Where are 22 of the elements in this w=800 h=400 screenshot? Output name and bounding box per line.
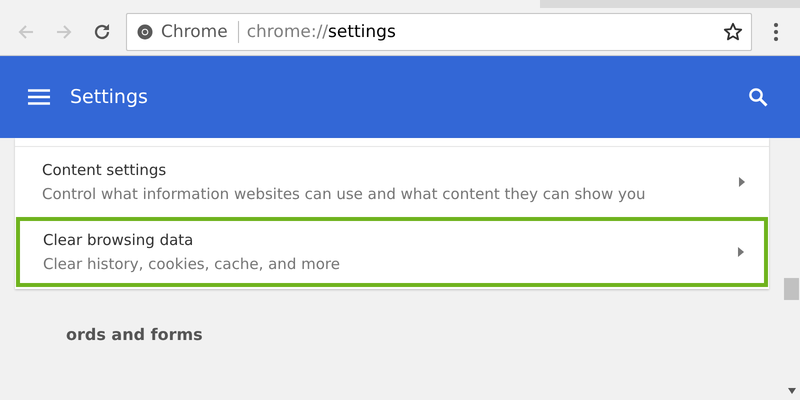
search-icon[interactable] [748, 87, 768, 107]
menu-icon[interactable] [28, 89, 50, 105]
row-description: Control what information websites can use and what content they can show you [42, 185, 647, 203]
site-label: Chrome [161, 20, 239, 42]
scroll-thumb[interactable] [784, 278, 799, 300]
settings-row[interactable]: Content settings Control what information websites can use and what content they can show you [15, 146, 769, 217]
right-arrow-icon [55, 22, 73, 40]
chevron-icon [739, 177, 745, 187]
row-title: Clear browsing data [43, 231, 194, 249]
chevron-icon [738, 247, 744, 257]
down-triangle-icon[interactable] [788, 388, 796, 394]
left-arrow-icon [17, 22, 35, 40]
bookmark-star-icon[interactable] [723, 22, 743, 42]
highlighted-settings-row[interactable]: Clear browsing data Clear history, cookies, cache, and more [16, 217, 768, 287]
row-title: Content settings [42, 161, 168, 179]
row-description: Clear history, cookies, cache, and more [43, 255, 341, 273]
page-title: Settings [70, 86, 149, 108]
section-heading: ords and forms [66, 325, 204, 344]
vertical-dots-icon [773, 22, 779, 42]
address-bar[interactable]: Chrome chrome://settings [126, 12, 752, 50]
url-text: chrome://settings [246, 22, 397, 42]
reload-icon [92, 22, 112, 42]
